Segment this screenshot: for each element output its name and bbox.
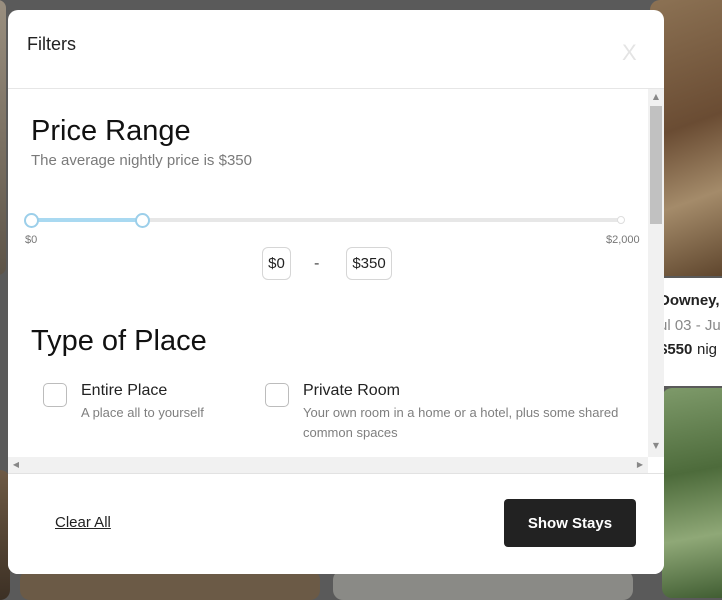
filters-scroll-area[interactable]: Price Range The average nightly price is… [8,89,664,473]
slider-selected-range [31,218,143,222]
private-room-checkbox[interactable] [265,383,289,407]
listing-price-unit: nig [697,341,718,358]
slider-min-label: $0 [25,234,38,246]
scroll-right-icon[interactable]: ▶ [632,460,648,469]
show-stays-button[interactable]: Show Stays [504,499,636,547]
scroll-left-icon[interactable]: ◀ [8,460,24,469]
max-price-input[interactable]: $350 [346,247,392,280]
scroll-down-icon[interactable]: ▼ [648,441,664,450]
modal-header: Filters X [8,10,664,89]
filters-content: Price Range The average nightly price is… [8,89,648,457]
min-price-input[interactable]: $0 [262,247,291,280]
modal-footer: Clear All Show Stays [8,473,664,574]
entire-place-title: Entire Place [81,382,168,399]
private-room-description: Your own room in a home or a hotel, plus… [303,405,619,440]
modal-title: Filters [27,34,76,54]
price-range-subtitle: The average nightly price is $350 [31,152,252,169]
vertical-scroll-thumb[interactable] [650,106,662,224]
listing-photo [662,388,722,598]
horizontal-scrollbar[interactable]: ◀ ▶ [8,457,648,473]
slider-max-label: $2,000 [606,234,640,246]
listing-price: $550 [659,341,693,358]
filters-modal: Filters X Price Range The average nightl… [8,10,664,574]
listing-location: Downey, [659,292,720,309]
entire-place-description: A place all to yourself [81,405,204,420]
listing-photo [20,570,320,600]
close-button[interactable]: X [622,40,637,66]
scroll-up-icon[interactable]: ▲ [648,92,664,101]
type-of-place-heading: Type of Place [31,325,207,357]
listing-photo [333,570,633,600]
slider-max-handle[interactable] [135,213,151,228]
listing-dates: ul 03 - Ju [659,317,721,334]
price-separator: - [314,254,320,272]
listing-photo [0,0,6,275]
slider-track-end [617,216,625,224]
entire-place-checkbox[interactable] [43,383,67,407]
clear-all-button[interactable]: Clear All [55,514,111,531]
private-room-title: Private Room [303,382,400,399]
vertical-scrollbar[interactable]: ▲ ▼ [648,89,664,457]
slider-min-handle[interactable] [23,213,39,228]
price-range-heading: Price Range [31,115,191,147]
